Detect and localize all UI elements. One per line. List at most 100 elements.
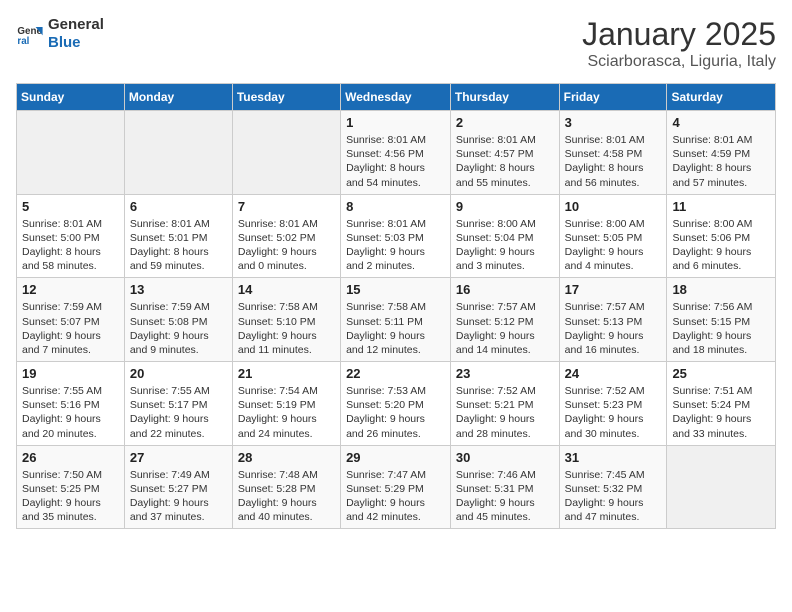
day-number: 18 [672, 282, 770, 297]
calendar-cell: 27 Sunrise: 7:49 AM Sunset: 5:27 PM Dayli… [124, 445, 232, 529]
logo-icon: Gene ral [16, 20, 44, 48]
calendar-cell: 9 Sunrise: 8:00 AM Sunset: 5:04 PM Daylig… [450, 194, 559, 278]
day-number: 12 [22, 282, 119, 297]
calendar-cell: 12Sunrise: 7:59 AM Sunset: 5:07 PM Dayli… [17, 278, 125, 362]
day-info: Sunrise: 8:00 AM Sunset: 5:06 PM Dayligh… [672, 217, 770, 274]
day-number: 6 [130, 199, 227, 214]
calendar-cell: 22 Sunrise: 7:53 AM Sunset: 5:20 PM Dayli… [341, 362, 451, 446]
day-info: Sunrise: 7:58 AM Sunset: 5:10 PM Dayligh… [238, 300, 335, 357]
day-number: 15 [346, 282, 445, 297]
calendar-cell [124, 111, 232, 195]
calendar-cell: 16Sunrise: 7:57 AM Sunset: 5:12 PM Dayli… [450, 278, 559, 362]
day-number: 31 [565, 450, 662, 465]
calendar-cell: 20Sunrise: 7:55 AM Sunset: 5:17 PM Dayli… [124, 362, 232, 446]
day-info: Sunrise: 8:01 AM Sunset: 4:56 PM Dayligh… [346, 133, 445, 190]
day-info: Sunrise: 7:46 AM Sunset: 5:31 PM Dayligh… [456, 468, 554, 525]
day-info: Sunrise: 7:50 AM Sunset: 5:25 PM Dayligh… [22, 468, 119, 525]
calendar-cell [232, 111, 340, 195]
calendar-week-row: 12Sunrise: 7:59 AM Sunset: 5:07 PM Dayli… [17, 278, 776, 362]
day-info: Sunrise: 7:52 AM Sunset: 5:21 PM Dayligh… [456, 384, 554, 441]
day-header-tuesday: Tuesday [232, 84, 340, 111]
calendar-cell: 19 Sunrise: 7:55 AM Sunset: 5:16 PM Dayli… [17, 362, 125, 446]
day-number: 10 [565, 199, 662, 214]
day-number: 4 [672, 115, 770, 130]
calendar-cell: 3 Sunrise: 8:01 AM Sunset: 4:58 PM Daylig… [559, 111, 667, 195]
calendar-cell: 1 Sunrise: 8:01 AM Sunset: 4:56 PM Daylig… [341, 111, 451, 195]
day-number: 26 [22, 450, 119, 465]
logo-text: General Blue [48, 16, 104, 52]
day-number: 5 [22, 199, 119, 214]
day-number: 23 [456, 366, 554, 381]
day-number: 19 [22, 366, 119, 381]
day-header-monday: Monday [124, 84, 232, 111]
calendar-cell [17, 111, 125, 195]
day-info: Sunrise: 7:51 AM Sunset: 5:24 PM Dayligh… [672, 384, 770, 441]
month-title: January 2025 [582, 16, 776, 53]
day-info: Sunrise: 7:48 AM Sunset: 5:28 PM Dayligh… [238, 468, 335, 525]
calendar-cell: 30Sunrise: 7:46 AM Sunset: 5:31 PM Dayli… [450, 445, 559, 529]
calendar-cell: 17 Sunrise: 7:57 AM Sunset: 5:13 PM Dayli… [559, 278, 667, 362]
day-info: Sunrise: 8:01 AM Sunset: 5:00 PM Dayligh… [22, 217, 119, 274]
day-info: Sunrise: 7:59 AM Sunset: 5:08 PM Dayligh… [130, 300, 227, 357]
day-info: Sunrise: 8:01 AM Sunset: 4:58 PM Dayligh… [565, 133, 662, 190]
day-info: Sunrise: 8:01 AM Sunset: 5:03 PM Dayligh… [346, 217, 445, 274]
calendar-cell: 24Sunrise: 7:52 AM Sunset: 5:23 PM Dayli… [559, 362, 667, 446]
calendar-cell: 10Sunrise: 8:00 AM Sunset: 5:05 PM Dayli… [559, 194, 667, 278]
day-number: 29 [346, 450, 445, 465]
calendar-table: SundayMondayTuesdayWednesdayThursdayFrid… [16, 83, 776, 529]
day-info: Sunrise: 7:56 AM Sunset: 5:15 PM Dayligh… [672, 300, 770, 357]
day-info: Sunrise: 7:52 AM Sunset: 5:23 PM Dayligh… [565, 384, 662, 441]
day-info: Sunrise: 8:01 AM Sunset: 4:59 PM Dayligh… [672, 133, 770, 190]
day-number: 14 [238, 282, 335, 297]
day-number: 27 [130, 450, 227, 465]
day-info: Sunrise: 7:54 AM Sunset: 5:19 PM Dayligh… [238, 384, 335, 441]
day-info: Sunrise: 7:57 AM Sunset: 5:13 PM Dayligh… [565, 300, 662, 357]
calendar-cell: 2 Sunrise: 8:01 AM Sunset: 4:57 PM Daylig… [450, 111, 559, 195]
calendar-cell: 11Sunrise: 8:00 AM Sunset: 5:06 PM Dayli… [667, 194, 776, 278]
calendar-cell: 23 Sunrise: 7:52 AM Sunset: 5:21 PM Dayli… [450, 362, 559, 446]
calendar-cell: 4 Sunrise: 8:01 AM Sunset: 4:59 PM Daylig… [667, 111, 776, 195]
day-info: Sunrise: 7:53 AM Sunset: 5:20 PM Dayligh… [346, 384, 445, 441]
day-info: Sunrise: 8:01 AM Sunset: 4:57 PM Dayligh… [456, 133, 554, 190]
day-number: 22 [346, 366, 445, 381]
day-info: Sunrise: 8:01 AM Sunset: 5:01 PM Dayligh… [130, 217, 227, 274]
day-number: 17 [565, 282, 662, 297]
calendar-cell: 25 Sunrise: 7:51 AM Sunset: 5:24 PM Dayli… [667, 362, 776, 446]
calendar-week-row: 5 Sunrise: 8:01 AM Sunset: 5:00 PM Daylig… [17, 194, 776, 278]
calendar-cell: 8 Sunrise: 8:01 AM Sunset: 5:03 PM Daylig… [341, 194, 451, 278]
calendar-cell: 26 Sunrise: 7:50 AM Sunset: 5:25 PM Dayli… [17, 445, 125, 529]
day-number: 9 [456, 199, 554, 214]
day-number: 1 [346, 115, 445, 130]
day-info: Sunrise: 7:47 AM Sunset: 5:29 PM Dayligh… [346, 468, 445, 525]
logo: Gene ral General Blue [16, 16, 104, 52]
calendar-cell: 5 Sunrise: 8:01 AM Sunset: 5:00 PM Daylig… [17, 194, 125, 278]
day-header-saturday: Saturday [667, 84, 776, 111]
day-info: Sunrise: 7:55 AM Sunset: 5:17 PM Dayligh… [130, 384, 227, 441]
calendar-cell: 14 Sunrise: 7:58 AM Sunset: 5:10 PM Dayli… [232, 278, 340, 362]
day-info: Sunrise: 7:58 AM Sunset: 5:11 PM Dayligh… [346, 300, 445, 357]
calendar-cell: 18 Sunrise: 7:56 AM Sunset: 5:15 PM Dayli… [667, 278, 776, 362]
calendar-week-row: 1 Sunrise: 8:01 AM Sunset: 4:56 PM Daylig… [17, 111, 776, 195]
day-header-sunday: Sunday [17, 84, 125, 111]
day-number: 16 [456, 282, 554, 297]
svg-text:ral: ral [17, 36, 29, 47]
day-number: 3 [565, 115, 662, 130]
day-info: Sunrise: 7:45 AM Sunset: 5:32 PM Dayligh… [565, 468, 662, 525]
day-info: Sunrise: 8:00 AM Sunset: 5:04 PM Dayligh… [456, 217, 554, 274]
calendar-week-row: 19 Sunrise: 7:55 AM Sunset: 5:16 PM Dayli… [17, 362, 776, 446]
calendar-header-row: SundayMondayTuesdayWednesdayThursdayFrid… [17, 84, 776, 111]
day-info: Sunrise: 7:49 AM Sunset: 5:27 PM Dayligh… [130, 468, 227, 525]
calendar-week-row: 26 Sunrise: 7:50 AM Sunset: 5:25 PM Dayli… [17, 445, 776, 529]
day-header-thursday: Thursday [450, 84, 559, 111]
day-header-wednesday: Wednesday [341, 84, 451, 111]
calendar-cell: 6 Sunrise: 8:01 AM Sunset: 5:01 PM Daylig… [124, 194, 232, 278]
day-header-friday: Friday [559, 84, 667, 111]
calendar-cell: 7 Sunrise: 8:01 AM Sunset: 5:02 PM Daylig… [232, 194, 340, 278]
day-number: 8 [346, 199, 445, 214]
day-number: 2 [456, 115, 554, 130]
day-info: Sunrise: 8:01 AM Sunset: 5:02 PM Dayligh… [238, 217, 335, 274]
day-number: 25 [672, 366, 770, 381]
calendar-cell: 13Sunrise: 7:59 AM Sunset: 5:08 PM Dayli… [124, 278, 232, 362]
day-info: Sunrise: 7:55 AM Sunset: 5:16 PM Dayligh… [22, 384, 119, 441]
day-number: 7 [238, 199, 335, 214]
